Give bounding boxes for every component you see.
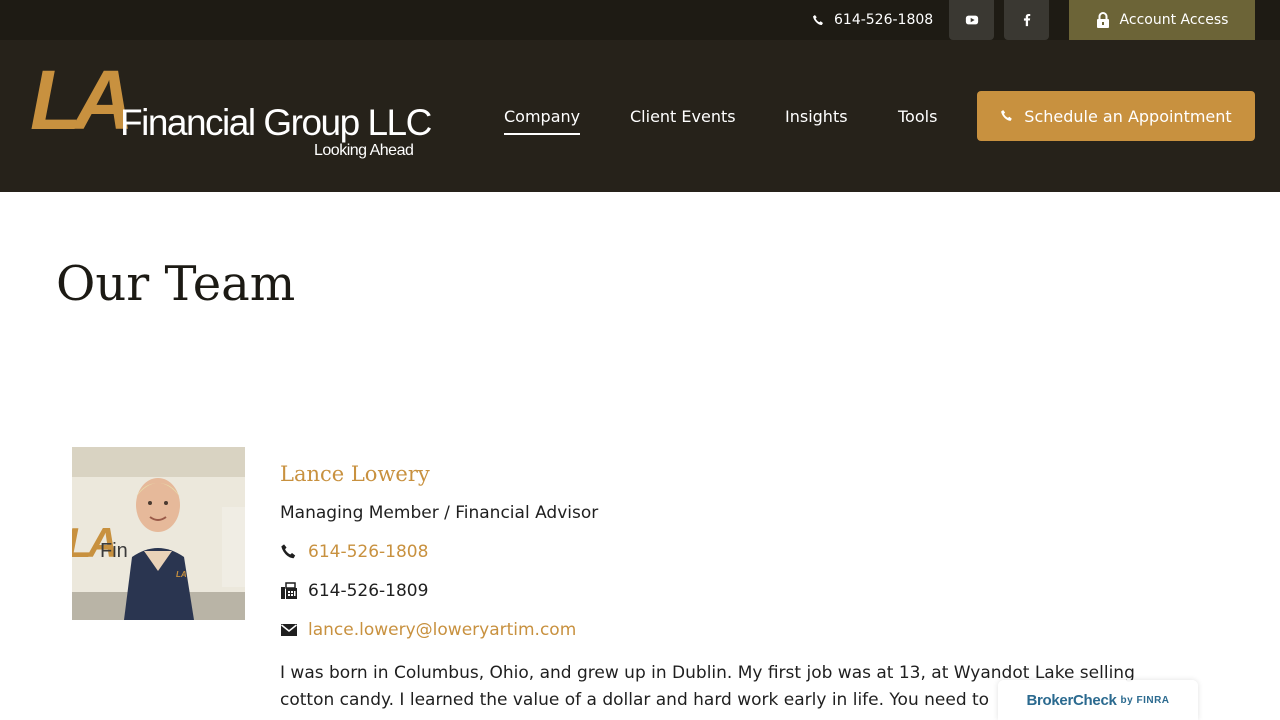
nav-company[interactable]: Company	[504, 107, 581, 135]
nav-insights[interactable]: Insights	[785, 107, 848, 126]
page-title: Our Team	[56, 256, 296, 312]
svg-text:Fin: Fin	[100, 540, 128, 562]
youtube-icon	[965, 15, 978, 25]
main-header: LA Financial Group LLC Looking Ahead Com…	[0, 40, 1280, 192]
phone-icon	[812, 14, 823, 25]
team-member-email-row: lance.lowery@loweryartim.com	[280, 620, 576, 640]
team-member-phone-row: 614-526-1808	[280, 542, 428, 562]
facebook-icon	[1023, 13, 1030, 27]
account-access-button[interactable]: Account Access	[1069, 0, 1255, 40]
nav-client-events[interactable]: Client Events	[630, 107, 736, 126]
team-member-portrait: LA Fin LA	[72, 447, 245, 620]
schedule-appointment-label: Schedule an Appointment	[1024, 106, 1232, 126]
phone-icon	[281, 544, 296, 559]
brokercheck-badge[interactable]: BrokerCheck by FINRA	[998, 680, 1198, 720]
top-phone-link[interactable]: 614-526-1808	[812, 0, 933, 40]
logo[interactable]: LA Financial Group LLC Looking Ahead	[30, 58, 432, 162]
facebook-button[interactable]	[1004, 0, 1049, 40]
team-member-fax: 614-526-1809	[308, 581, 429, 601]
logo-tagline: Looking Ahead	[314, 142, 414, 159]
team-member-role: Managing Member / Financial Advisor	[280, 503, 599, 523]
phone-icon	[1001, 110, 1013, 121]
team-member-email-link[interactable]: lance.lowery@loweryartim.com	[308, 620, 576, 640]
logo-name: Financial Group LLC	[120, 102, 432, 143]
envelope-icon	[281, 624, 297, 636]
svg-text:LA: LA	[176, 570, 187, 579]
team-member-name[interactable]: Lance Lowery	[280, 462, 430, 486]
fax-icon	[281, 582, 297, 599]
top-phone-number: 614-526-1808	[834, 12, 934, 28]
brokercheck-finra: by FINRA	[1120, 694, 1170, 706]
top-utility-bar: 614-526-1808 Account Access	[0, 0, 1280, 40]
brokercheck-label: BrokerCheck	[1026, 691, 1117, 709]
youtube-button[interactable]	[949, 0, 994, 40]
nav-tools[interactable]: Tools	[898, 107, 937, 126]
team-member-photo: LA Fin LA	[72, 447, 245, 620]
schedule-appointment-button[interactable]: Schedule an Appointment	[977, 91, 1255, 141]
team-member-fax-row: 614-526-1809	[280, 581, 428, 601]
team-member-phone-link[interactable]: 614-526-1808	[308, 542, 428, 562]
account-access-label: Account Access	[1119, 12, 1229, 28]
lock-icon	[1096, 12, 1109, 28]
logo-letters: LA	[30, 53, 134, 147]
